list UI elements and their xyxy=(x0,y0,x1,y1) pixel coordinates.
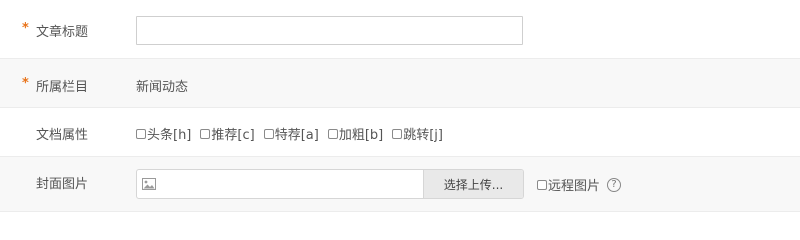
checkbox-label: 推荐[c] xyxy=(211,128,255,143)
cover-upload-field[interactable]: 选择上传... xyxy=(136,169,524,199)
attributes-label: 文档属性 xyxy=(36,128,89,143)
cover-row: 封面图片 选择上传... 远程图片 ? xyxy=(0,157,800,212)
title-row: * 文章标题 xyxy=(0,0,800,59)
column-label: 所属栏目 xyxy=(36,80,89,95)
checkbox-label: 跳转[j] xyxy=(403,128,443,143)
required-mark: * xyxy=(22,76,29,91)
checkbox-bold[interactable]: 加粗[b] xyxy=(327,124,384,143)
checkbox-box[interactable] xyxy=(327,128,338,139)
remote-image-checkbox[interactable]: 远程图片 ? xyxy=(537,175,622,194)
article-form: * 文章标题 * 所属栏目 新闻动态 文档属性 头条[h] 推荐[c] 特荐[a… xyxy=(0,0,800,216)
checkbox-label: 加粗[b] xyxy=(338,128,384,143)
checkbox-headline[interactable]: 头条[h] xyxy=(136,124,191,143)
column-row: * 所属栏目 新闻动态 xyxy=(0,59,800,108)
title-label: 文章标题 xyxy=(36,25,89,40)
required-mark: * xyxy=(22,21,29,36)
checkbox-recommend[interactable]: 推荐[c] xyxy=(200,124,255,143)
checkbox-label: 头条[h] xyxy=(147,128,192,143)
checkbox-box[interactable] xyxy=(263,128,274,139)
image-icon xyxy=(142,178,156,190)
checkbox-box[interactable] xyxy=(200,128,211,139)
cover-label: 封面图片 xyxy=(36,177,89,192)
attribute-checkboxes: 头条[h] 推荐[c] 特荐[a] 加粗[b] 跳转[j] xyxy=(136,124,452,143)
select-upload-button[interactable]: 选择上传... xyxy=(423,170,523,198)
title-input[interactable] xyxy=(136,16,523,45)
checkbox-special[interactable]: 特荐[a] xyxy=(263,124,319,143)
help-circle-icon[interactable]: ? xyxy=(607,177,622,192)
attributes-row: 文档属性 头条[h] 推荐[c] 特荐[a] 加粗[b] 跳转[j] xyxy=(0,108,800,157)
checkbox-jump[interactable]: 跳转[j] xyxy=(392,124,443,143)
checkbox-box[interactable] xyxy=(392,128,403,139)
remote-image-label: 远程图片 xyxy=(548,179,601,194)
checkbox-box[interactable] xyxy=(537,179,547,190)
checkbox-label: 特荐[a] xyxy=(274,128,319,143)
column-value: 新闻动态 xyxy=(136,80,189,95)
checkbox-box[interactable] xyxy=(136,128,146,139)
